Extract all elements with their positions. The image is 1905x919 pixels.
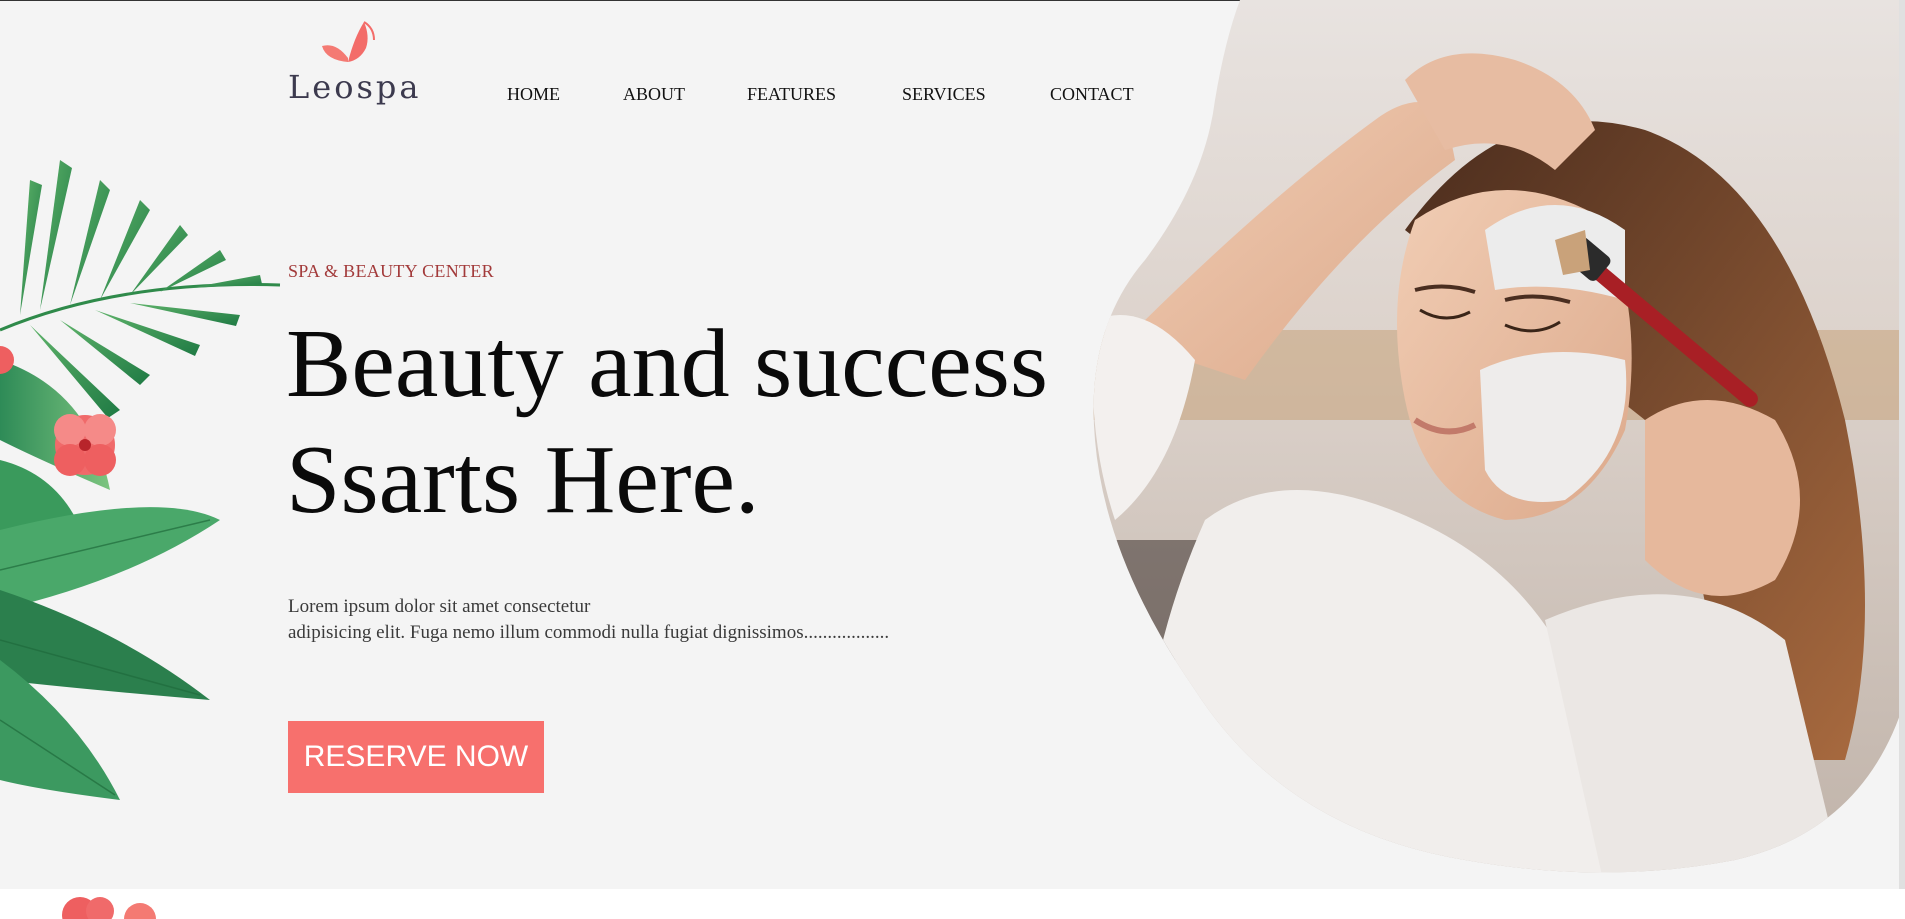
- landing-page: Leospa HOME ABOUT FEATURES SERVICES CONT…: [0, 0, 1905, 919]
- hero-section: Leospa HOME ABOUT FEATURES SERVICES CONT…: [0, 0, 1905, 889]
- nav-features-link[interactable]: FEATURES: [747, 84, 836, 105]
- hero-description-line-1: Lorem ipsum dolor sit amet consectetur: [288, 596, 591, 617]
- hero-headline-line-1: Beauty and success: [286, 310, 1048, 418]
- logo[interactable]: Leospa: [288, 18, 418, 108]
- butterfly-icon: [322, 21, 375, 62]
- scrollbar[interactable]: [1899, 0, 1905, 889]
- tropical-leaves-illustration-icon: [0, 160, 281, 800]
- nav-services-link[interactable]: SERVICES: [902, 84, 986, 105]
- hero-eyebrow: SPA & BEAUTY CENTER: [288, 261, 494, 281]
- logo-text: Leospa: [288, 68, 422, 106]
- hero-description: Lorem ipsum dolor sit amet consectetur a…: [288, 594, 889, 646]
- nav-about-link[interactable]: ABOUT: [623, 84, 685, 105]
- hibiscus-flower-icon: [62, 897, 156, 919]
- hero-description-line-2: adipisicing elit. Fuga nemo illum commod…: [288, 622, 890, 643]
- woman-facial-mask-photo-icon: [1093, 0, 1905, 873]
- hero-headline-line-2: Ssarts Here.: [286, 426, 760, 534]
- reserve-now-button[interactable]: RESERVE NOW: [288, 721, 544, 793]
- hero-headline: Beauty and success Ssarts Here.: [286, 306, 1048, 538]
- nav-home-link[interactable]: HOME: [507, 84, 560, 105]
